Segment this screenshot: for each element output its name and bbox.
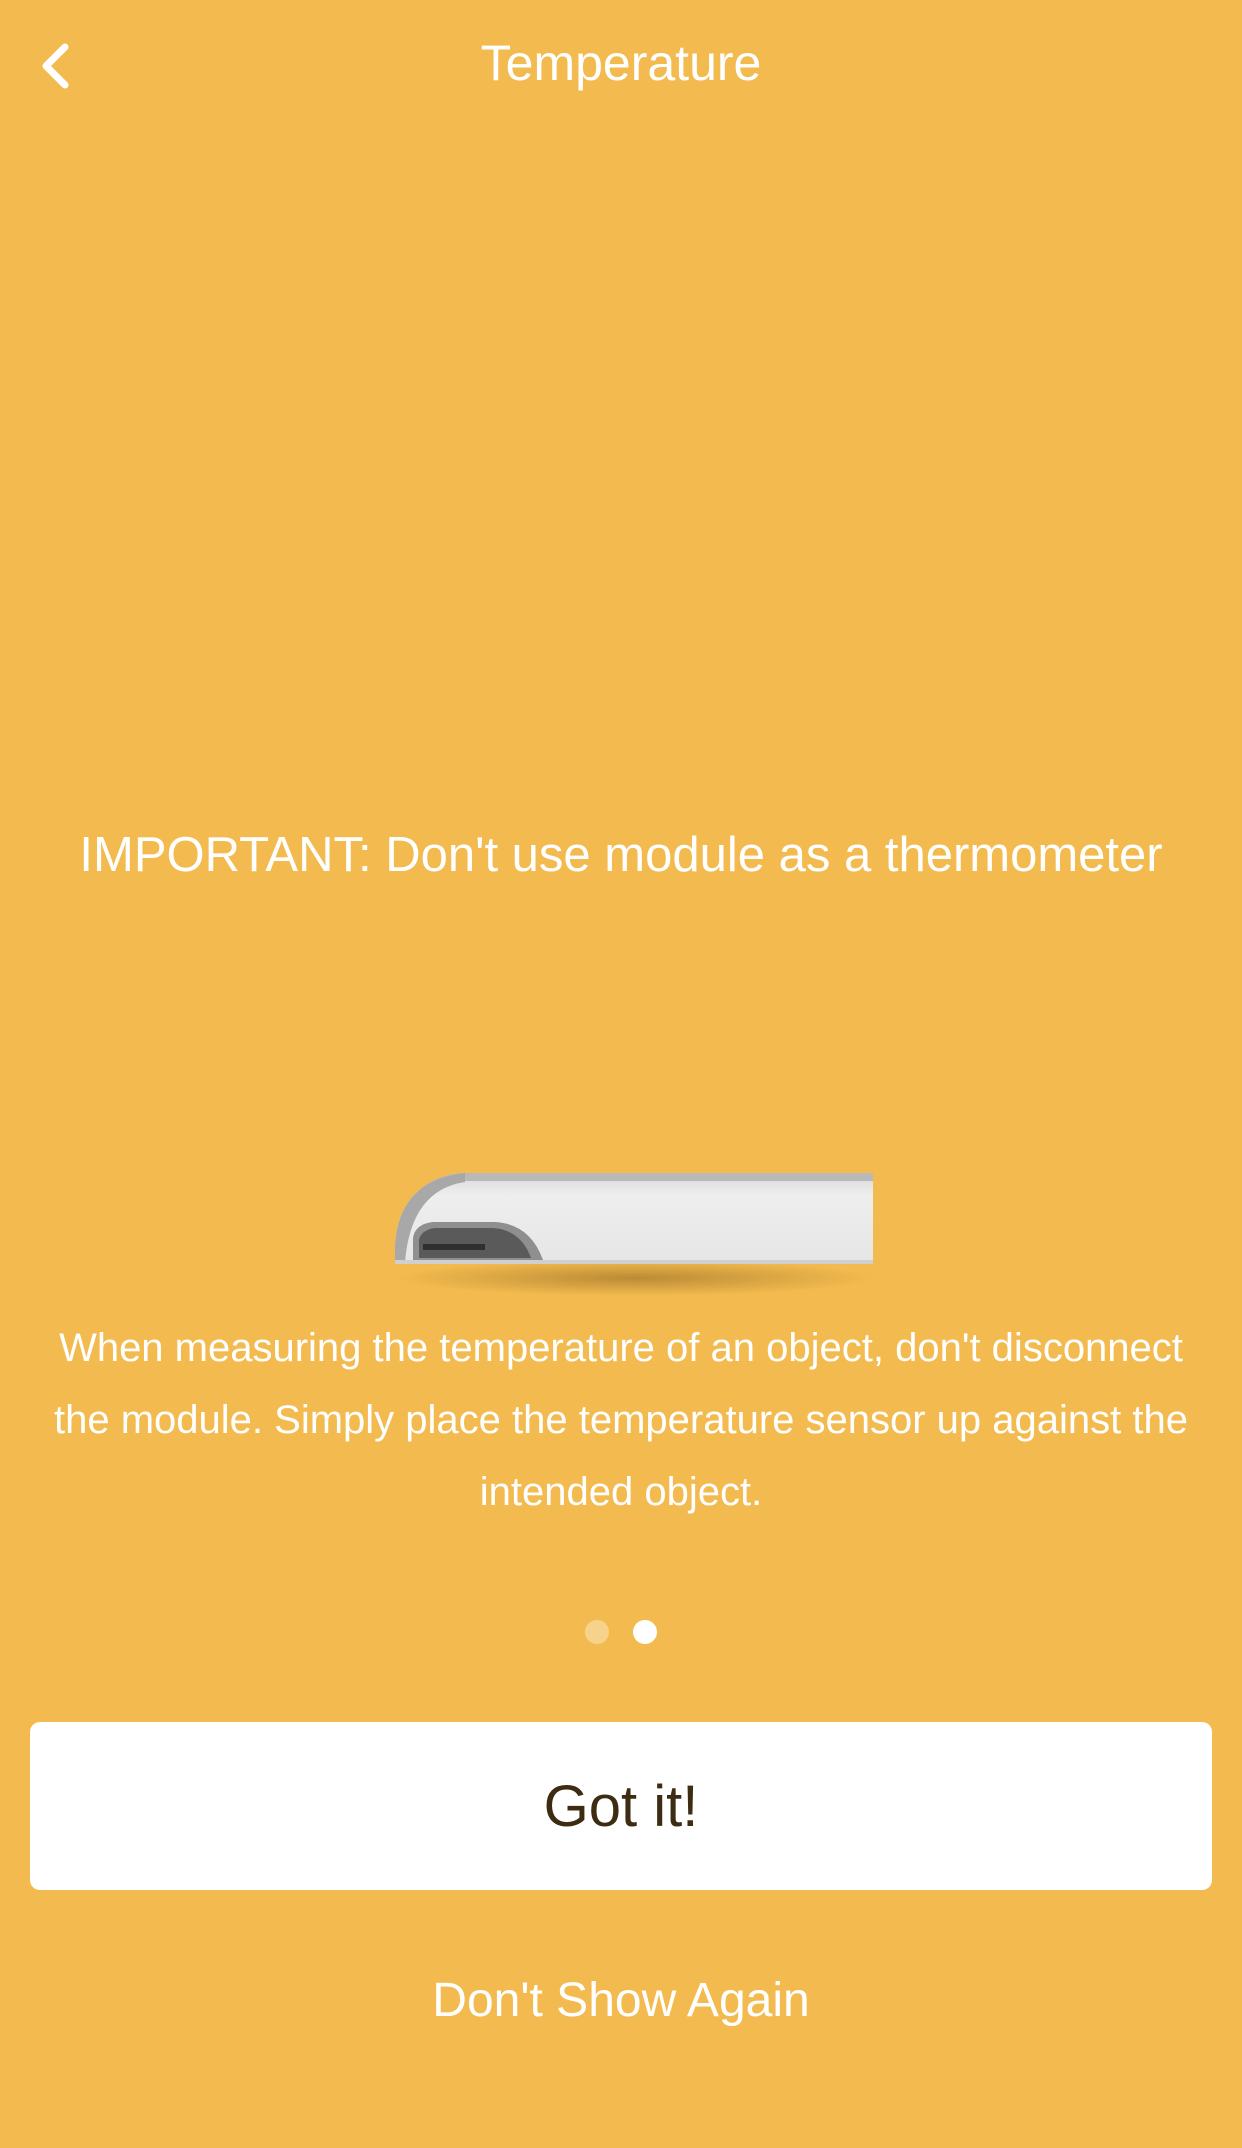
temperature-module-illustration	[395, 1173, 875, 1296]
page-dot-1[interactable]	[585, 1620, 609, 1644]
got-it-button[interactable]: Got it!	[30, 1722, 1212, 1890]
important-notice: IMPORTANT: Don't use module as a thermom…	[79, 828, 1163, 882]
page-dot-2-active[interactable]	[633, 1620, 657, 1644]
dont-show-again-link[interactable]: Don't Show Again	[0, 1966, 1242, 2036]
page-title: Temperature	[480, 35, 762, 91]
header-bar: Temperature	[0, 0, 1242, 130]
instruction-text: When measuring the temperature of an obj…	[54, 1326, 1188, 1514]
page-indicator	[0, 1620, 1242, 1644]
